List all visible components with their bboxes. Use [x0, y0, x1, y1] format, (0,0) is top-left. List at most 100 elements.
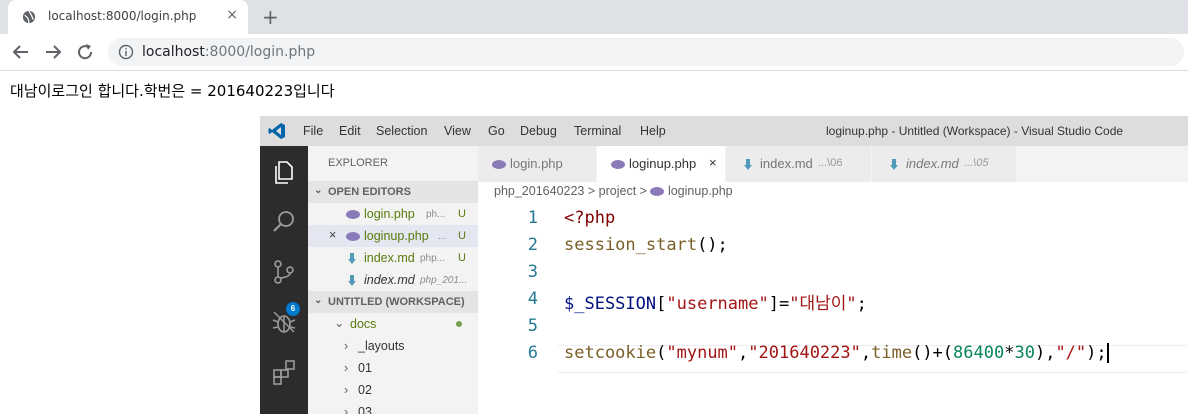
tree-folder-docs[interactable]: ⌄ docs: [308, 313, 478, 335]
php-icon: [650, 184, 665, 198]
tree-item-label: docs: [350, 317, 377, 331]
tree-folder[interactable]: › 02: [308, 379, 478, 401]
menu-edit[interactable]: Edit: [339, 124, 361, 138]
search-icon[interactable]: [270, 208, 298, 236]
close-icon[interactable]: ×: [329, 228, 336, 242]
explorer-header: EXPLORER: [328, 157, 388, 169]
open-editors-section[interactable]: ⌄ OPEN EDITORS: [308, 181, 478, 203]
tree-item-label: _layouts: [358, 339, 405, 353]
explorer-sidebar: EXPLORER ⌄ OPEN EDITORS login.php ph... …: [308, 146, 478, 414]
code-token: "/": [1055, 343, 1087, 363]
editor-tab-desc: ...\06: [818, 157, 843, 169]
editor-tab-label: login.php: [510, 156, 563, 171]
code-line-1: <?php: [564, 208, 615, 228]
open-editors-label: OPEN EDITORS: [328, 186, 411, 198]
chevron-right-icon: ›: [344, 361, 349, 375]
code-token: time: [871, 343, 913, 363]
breadcrumb-item[interactable]: loginup.php: [668, 184, 733, 198]
chevron-down-icon: ⌄: [314, 295, 323, 306]
code-token: "username": [666, 294, 769, 314]
breadcrumb-item[interactable]: project: [599, 184, 637, 198]
php-icon: [346, 207, 360, 221]
open-editor-item[interactable]: index.md php_201...: [308, 269, 478, 291]
code-token: "대남이": [789, 294, 857, 314]
git-status: U: [458, 252, 466, 264]
chevron-right-icon: ›: [344, 383, 349, 397]
activity-bar: 6: [260, 146, 308, 414]
git-status: U: [458, 230, 466, 242]
markdown-icon: [744, 159, 752, 170]
code-token: ()+(: [912, 343, 954, 363]
tree-item-label: 02: [358, 383, 372, 397]
open-editor-item[interactable]: index.md php... U: [308, 247, 478, 269]
globe-icon: [22, 10, 36, 24]
reload-icon[interactable]: [74, 41, 96, 63]
url-host: localhost: [142, 44, 205, 60]
browser-tab[interactable]: localhost:8000/login.php ×: [8, 0, 248, 34]
code-token: ),: [1034, 343, 1056, 363]
explorer-files-icon[interactable]: [270, 158, 298, 186]
workspace-section[interactable]: ⌄ UNTITLED (WORKSPACE): [308, 291, 478, 313]
markdown-icon: [348, 253, 356, 264]
open-editor-item[interactable]: login.php ph... U: [308, 203, 478, 225]
vscode-titlebar: File Edit Selection View Go Debug Termin…: [260, 116, 1188, 146]
menu-go[interactable]: Go: [488, 124, 505, 138]
menu-terminal[interactable]: Terminal: [574, 124, 621, 138]
close-tab-icon[interactable]: ×: [226, 7, 238, 23]
new-tab-button[interactable]: +: [262, 5, 279, 29]
editor-tab-desc: ...\05: [964, 157, 989, 169]
open-editor-name: loginup.php: [364, 229, 429, 243]
code-token: *: [1004, 343, 1015, 363]
breadcrumb-item[interactable]: php_201640223: [494, 184, 584, 198]
open-editor-name: index.md: [364, 273, 415, 287]
code-line-2: session_start();: [564, 235, 728, 255]
code-token: "mynum": [666, 343, 739, 363]
menu-view[interactable]: View: [444, 124, 471, 138]
tree-item-label: 03: [358, 405, 372, 414]
vscode-window: File Edit Selection View Go Debug Termin…: [260, 116, 1188, 414]
menu-file[interactable]: File: [303, 124, 323, 138]
address-bar[interactable]: localhost:8000/login.php: [108, 38, 1184, 66]
tree-folder[interactable]: › 01: [308, 357, 478, 379]
tree-folder[interactable]: › _layouts: [308, 335, 478, 357]
code-token: 86400: [953, 343, 1005, 363]
source-control-icon[interactable]: [270, 258, 298, 286]
tree-folder[interactable]: › 03: [308, 401, 478, 414]
info-icon[interactable]: [118, 44, 134, 60]
code-line-4: $_SESSION["username"]="대남이";: [564, 289, 867, 314]
code-token: );: [1086, 343, 1107, 363]
close-tab-icon[interactable]: ×: [709, 155, 717, 170]
menu-help[interactable]: Help: [640, 124, 666, 138]
debug-icon[interactable]: [270, 308, 298, 336]
open-editor-desc: php...: [420, 253, 446, 264]
code-token: $_SESSION: [564, 294, 657, 314]
php-icon: [346, 229, 360, 243]
code-line-6: setcookie("mynum","201640223",time()+(86…: [564, 343, 1109, 363]
editor-tab[interactable]: login.php: [478, 146, 597, 182]
code-token: 30: [1014, 343, 1035, 363]
open-editor-desc: ...: [438, 231, 447, 242]
menu-selection[interactable]: Selection: [376, 124, 427, 138]
url-path: :8000/login.php: [204, 44, 316, 60]
chevron-right-icon: ›: [344, 339, 349, 353]
code-token: ();: [697, 235, 728, 255]
open-editor-item-active[interactable]: × loginup.php ... U: [308, 225, 478, 247]
back-arrow-icon[interactable]: [10, 41, 32, 63]
editor-tab[interactable]: index.md ...\06: [726, 146, 872, 182]
editor-tab-active[interactable]: loginup.php ×: [597, 146, 726, 182]
code-token: setcookie: [564, 343, 657, 363]
code-token: [: [656, 294, 667, 314]
extensions-icon[interactable]: [270, 358, 298, 386]
line-number: 3: [527, 262, 538, 282]
code-token: "201640223": [748, 343, 861, 363]
menu-debug[interactable]: Debug: [520, 124, 557, 138]
markdown-icon: [890, 159, 898, 170]
workspace-label: UNTITLED (WORKSPACE): [328, 296, 465, 308]
code-token: (: [656, 343, 667, 363]
php-icon: [611, 156, 625, 171]
editor-tab[interactable]: index.md ...\05: [872, 146, 1017, 182]
line-number: 5: [527, 316, 538, 336]
window-title: loginup.php - Untitled (Workspace) - Vis…: [826, 124, 1124, 138]
forward-arrow-icon[interactable]: [42, 41, 64, 63]
editor-area: login.php loginup.php × index.md ...\06 …: [478, 146, 1188, 414]
